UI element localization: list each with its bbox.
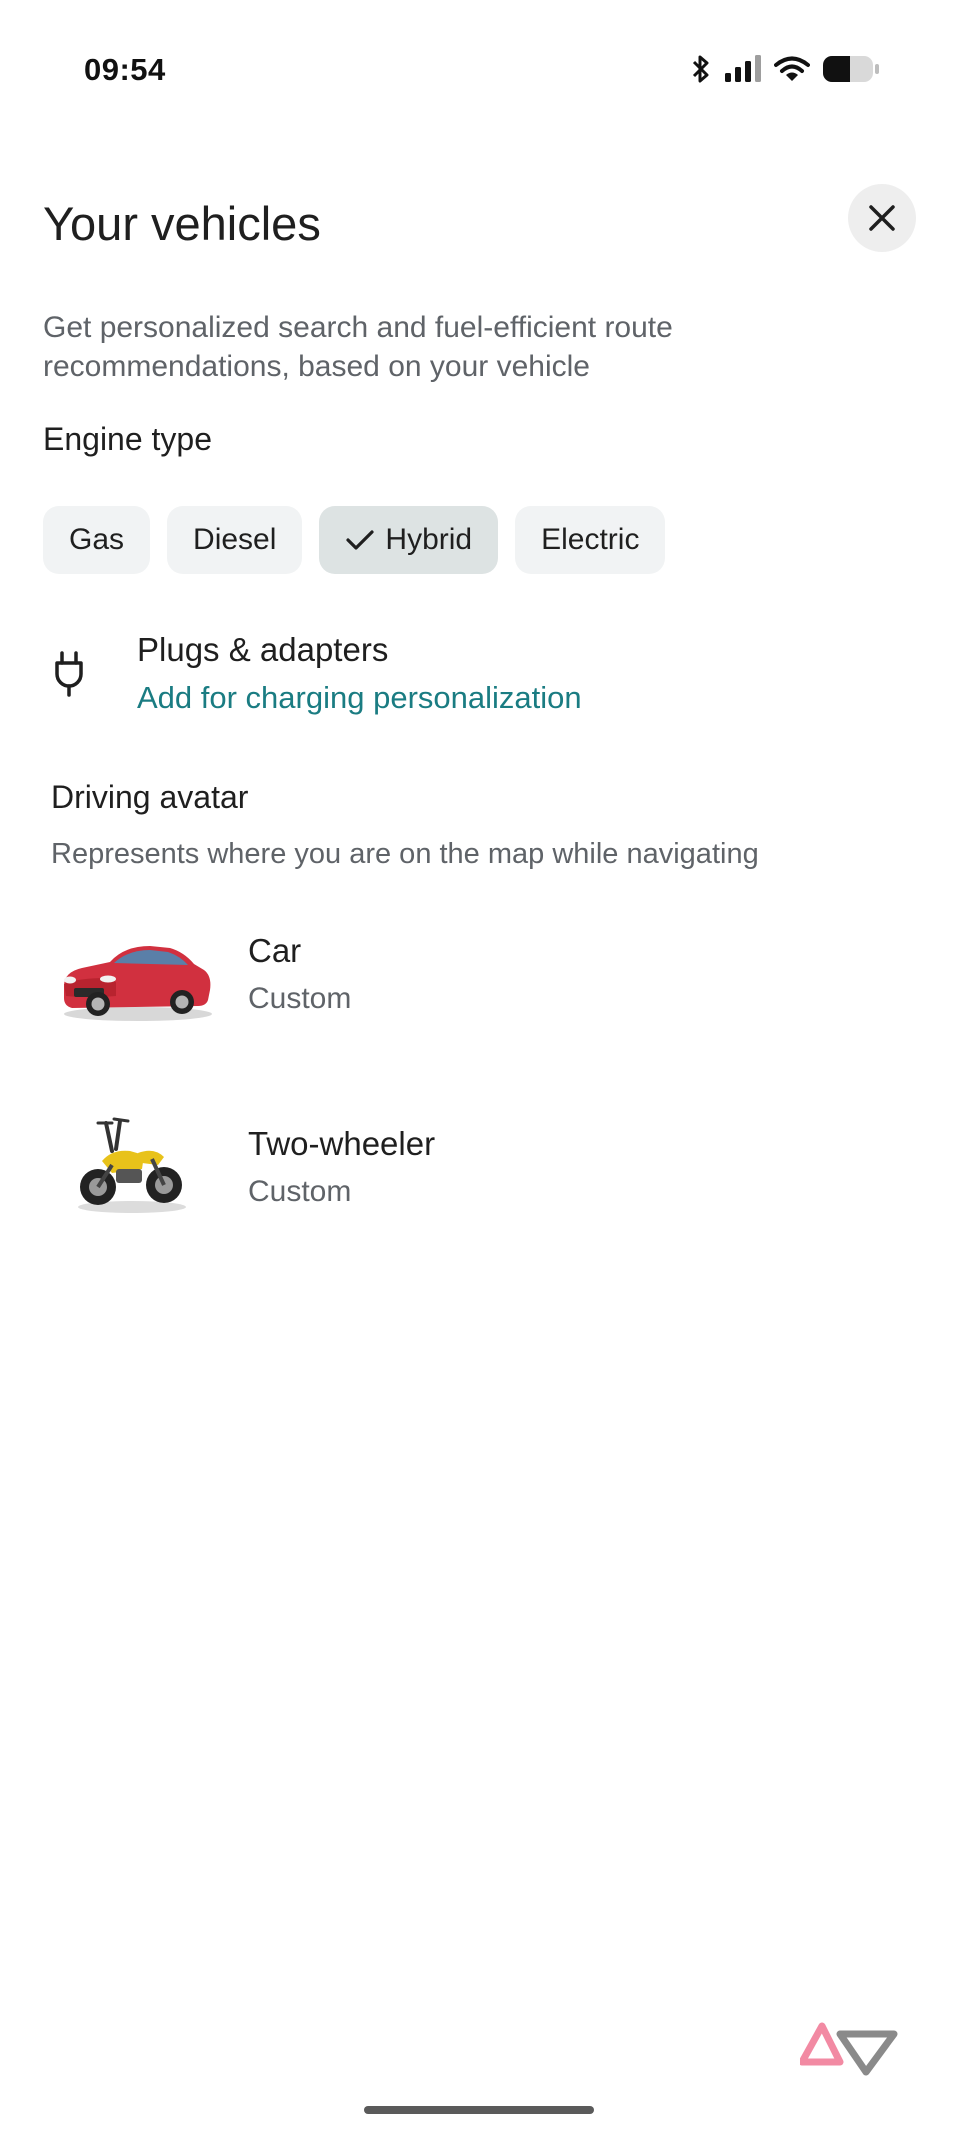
chip-label: Gas bbox=[69, 523, 125, 556]
page-title: Your vehicles bbox=[43, 197, 321, 250]
close-icon bbox=[869, 205, 895, 231]
chip-diesel[interactable]: Diesel bbox=[167, 506, 303, 574]
chip-electric[interactable]: Electric bbox=[515, 506, 666, 574]
chip-label: Hybrid bbox=[385, 523, 473, 556]
chip-label: Electric bbox=[541, 523, 640, 556]
chip-label: Diesel bbox=[193, 523, 277, 556]
plugs-title: Plugs & adapters bbox=[137, 631, 389, 668]
page-description: Get personalized search and fuel-efficie… bbox=[43, 311, 673, 383]
vehicles-page: 09:54 Your vehicles Get personalized sea… bbox=[0, 0, 960, 2137]
vehicle-item-car[interactable]: Car Custom bbox=[0, 900, 960, 1060]
status-time: 09:54 bbox=[84, 52, 166, 87]
plug-icon bbox=[55, 651, 83, 697]
chip-gas[interactable]: Gas bbox=[43, 506, 151, 574]
vehicle-subtitle: Custom bbox=[248, 1175, 352, 1208]
motorcycle-image bbox=[78, 1117, 186, 1213]
driving-avatar-description: Represents where you are on the map whil… bbox=[51, 838, 759, 870]
driving-avatar-label: Driving avatar bbox=[51, 779, 249, 815]
status-icons bbox=[690, 54, 880, 84]
bluetooth-icon bbox=[692, 55, 709, 83]
engine-type-label: Engine type bbox=[43, 421, 213, 457]
close-button[interactable] bbox=[848, 184, 916, 252]
check-icon bbox=[346, 530, 375, 550]
vehicle-item-two-wheeler[interactable]: Two-wheeler Custom bbox=[0, 1093, 960, 1253]
home-indicator[interactable] bbox=[364, 2106, 594, 2114]
status-bar: 09:54 bbox=[0, 0, 960, 130]
add-charging-link[interactable]: Add for charging personalization bbox=[137, 680, 582, 716]
signal-icon bbox=[725, 55, 761, 82]
watermark-logo bbox=[800, 2022, 898, 2076]
chip-hybrid[interactable]: Hybrid bbox=[319, 506, 499, 574]
battery-icon bbox=[823, 56, 879, 82]
car-image bbox=[64, 946, 212, 1021]
wifi-icon bbox=[774, 56, 810, 81]
vehicle-name: Two-wheeler bbox=[248, 1125, 436, 1162]
vehicle-subtitle: Custom bbox=[248, 982, 352, 1015]
engine-type-chips: Gas Diesel Hybrid Electric bbox=[43, 506, 666, 574]
vehicle-name: Car bbox=[248, 932, 302, 969]
